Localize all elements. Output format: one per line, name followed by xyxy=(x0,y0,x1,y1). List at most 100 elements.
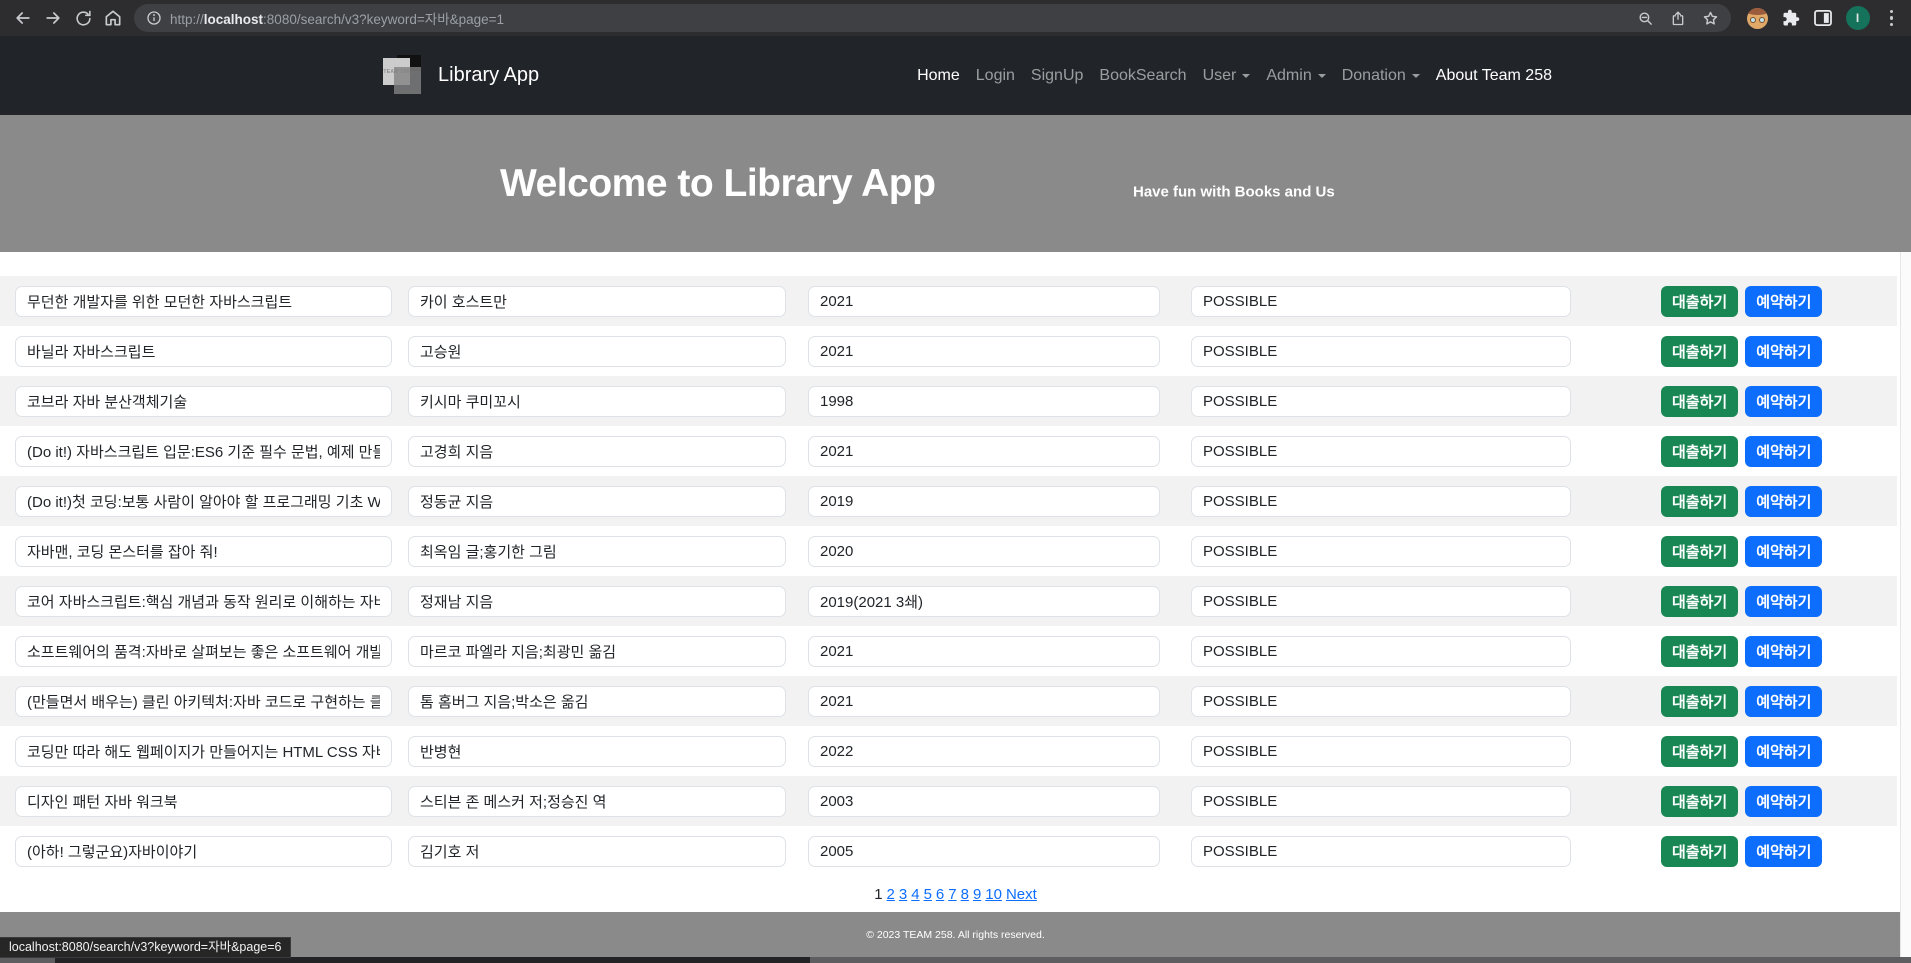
book-status-field[interactable] xyxy=(1191,486,1571,517)
book-title-field[interactable] xyxy=(15,736,392,767)
pagination-page-link[interactable]: 9 xyxy=(973,886,981,903)
browser-menu-icon[interactable] xyxy=(1884,10,1900,27)
book-author-field[interactable] xyxy=(408,436,786,467)
borrow-button[interactable]: 대출하기 xyxy=(1661,536,1738,567)
nav-link-login[interactable]: Login xyxy=(968,59,1023,93)
extensions-puzzle-icon[interactable] xyxy=(1782,9,1800,27)
pagination-next[interactable]: Next xyxy=(1006,886,1037,903)
reserve-button[interactable]: 예약하기 xyxy=(1745,336,1822,367)
book-title-field[interactable] xyxy=(15,836,392,867)
book-status-field[interactable] xyxy=(1191,286,1571,317)
user-avatar[interactable] xyxy=(1747,8,1768,29)
nav-link-admin[interactable]: Admin xyxy=(1258,59,1333,93)
nav-link-home[interactable]: Home xyxy=(909,59,968,93)
share-icon[interactable] xyxy=(1670,10,1686,27)
book-title-field[interactable] xyxy=(15,686,392,717)
book-status-field[interactable] xyxy=(1191,636,1571,667)
pagination-page-link[interactable]: 3 xyxy=(899,886,907,903)
book-status-field[interactable] xyxy=(1191,386,1571,417)
book-status-field[interactable] xyxy=(1191,786,1571,817)
book-title-field[interactable] xyxy=(15,586,392,617)
pagination-page-link[interactable]: 7 xyxy=(948,886,956,903)
pagination-page-link[interactable]: 4 xyxy=(911,886,919,903)
book-author-field[interactable] xyxy=(408,836,786,867)
book-title-field[interactable] xyxy=(15,336,392,367)
book-author-field[interactable] xyxy=(408,336,786,367)
borrow-button[interactable]: 대출하기 xyxy=(1661,586,1738,617)
book-author-field[interactable] xyxy=(408,536,786,567)
pagination-page-link[interactable]: 6 xyxy=(936,886,944,903)
book-title-field[interactable] xyxy=(15,436,392,467)
brand[interactable]: TEAM 258 Library App xyxy=(383,55,539,96)
borrow-button[interactable]: 대출하기 xyxy=(1661,336,1738,367)
reserve-button[interactable]: 예약하기 xyxy=(1745,286,1822,317)
book-year-field[interactable] xyxy=(808,786,1160,817)
book-author-field[interactable] xyxy=(408,786,786,817)
pagination-page-link[interactable]: 8 xyxy=(961,886,969,903)
book-status-field[interactable] xyxy=(1191,686,1571,717)
book-year-field[interactable] xyxy=(808,436,1160,467)
nav-link-about-team-258[interactable]: About Team 258 xyxy=(1428,59,1560,93)
nav-link-signup[interactable]: SignUp xyxy=(1023,59,1091,93)
book-title-field[interactable] xyxy=(15,486,392,517)
book-status-field[interactable] xyxy=(1191,336,1571,367)
reserve-button[interactable]: 예약하기 xyxy=(1745,736,1822,767)
reserve-button[interactable]: 예약하기 xyxy=(1745,836,1822,867)
book-year-field[interactable] xyxy=(808,486,1160,517)
nav-link-booksearch[interactable]: BookSearch xyxy=(1091,59,1194,93)
book-year-field[interactable] xyxy=(808,336,1160,367)
book-title-field[interactable] xyxy=(15,386,392,417)
browser-profile-badge[interactable]: I xyxy=(1846,6,1870,30)
vertical-scrollbar[interactable] xyxy=(1900,252,1911,957)
borrow-button[interactable]: 대출하기 xyxy=(1661,486,1738,517)
book-year-field[interactable] xyxy=(808,836,1160,867)
reload-icon[interactable] xyxy=(68,3,98,33)
address-bar[interactable]: http://localhost:8080/search/v3?keyword=… xyxy=(134,4,1731,32)
pagination-page-link[interactable]: 10 xyxy=(985,886,1002,903)
book-title-field[interactable] xyxy=(15,636,392,667)
book-status-field[interactable] xyxy=(1191,736,1571,767)
book-title-field[interactable] xyxy=(15,286,392,317)
book-status-field[interactable] xyxy=(1191,586,1571,617)
book-author-field[interactable] xyxy=(408,486,786,517)
reserve-button[interactable]: 예약하기 xyxy=(1745,436,1822,467)
reserve-button[interactable]: 예약하기 xyxy=(1745,686,1822,717)
borrow-button[interactable]: 대출하기 xyxy=(1661,686,1738,717)
side-panel-icon[interactable] xyxy=(1814,10,1832,26)
book-author-field[interactable] xyxy=(408,386,786,417)
book-author-field[interactable] xyxy=(408,686,786,717)
zoom-out-icon[interactable] xyxy=(1637,10,1654,27)
book-year-field[interactable] xyxy=(808,686,1160,717)
book-author-field[interactable] xyxy=(408,586,786,617)
book-title-field[interactable] xyxy=(15,536,392,567)
reserve-button[interactable]: 예약하기 xyxy=(1745,536,1822,567)
book-year-field[interactable] xyxy=(808,636,1160,667)
borrow-button[interactable]: 대출하기 xyxy=(1661,286,1738,317)
book-status-field[interactable] xyxy=(1191,436,1571,467)
borrow-button[interactable]: 대출하기 xyxy=(1661,786,1738,817)
borrow-button[interactable]: 대출하기 xyxy=(1661,836,1738,867)
reserve-button[interactable]: 예약하기 xyxy=(1745,486,1822,517)
book-author-field[interactable] xyxy=(408,286,786,317)
reserve-button[interactable]: 예약하기 xyxy=(1745,586,1822,617)
book-year-field[interactable] xyxy=(808,536,1160,567)
home-icon[interactable] xyxy=(98,3,128,33)
pagination-page-link[interactable]: 2 xyxy=(887,886,895,903)
bookmark-star-icon[interactable] xyxy=(1702,10,1719,27)
borrow-button[interactable]: 대출하기 xyxy=(1661,386,1738,417)
book-author-field[interactable] xyxy=(408,736,786,767)
book-status-field[interactable] xyxy=(1191,836,1571,867)
book-author-field[interactable] xyxy=(408,636,786,667)
forward-icon[interactable] xyxy=(38,3,68,33)
site-info-icon[interactable] xyxy=(146,10,162,26)
book-year-field[interactable] xyxy=(808,736,1160,767)
borrow-button[interactable]: 대출하기 xyxy=(1661,736,1738,767)
pagination-page-link[interactable]: 5 xyxy=(924,886,932,903)
reserve-button[interactable]: 예약하기 xyxy=(1745,786,1822,817)
nav-link-donation[interactable]: Donation xyxy=(1334,59,1428,93)
book-year-field[interactable] xyxy=(808,286,1160,317)
reserve-button[interactable]: 예약하기 xyxy=(1745,636,1822,667)
book-year-field[interactable] xyxy=(808,586,1160,617)
reserve-button[interactable]: 예약하기 xyxy=(1745,386,1822,417)
back-icon[interactable] xyxy=(8,3,38,33)
